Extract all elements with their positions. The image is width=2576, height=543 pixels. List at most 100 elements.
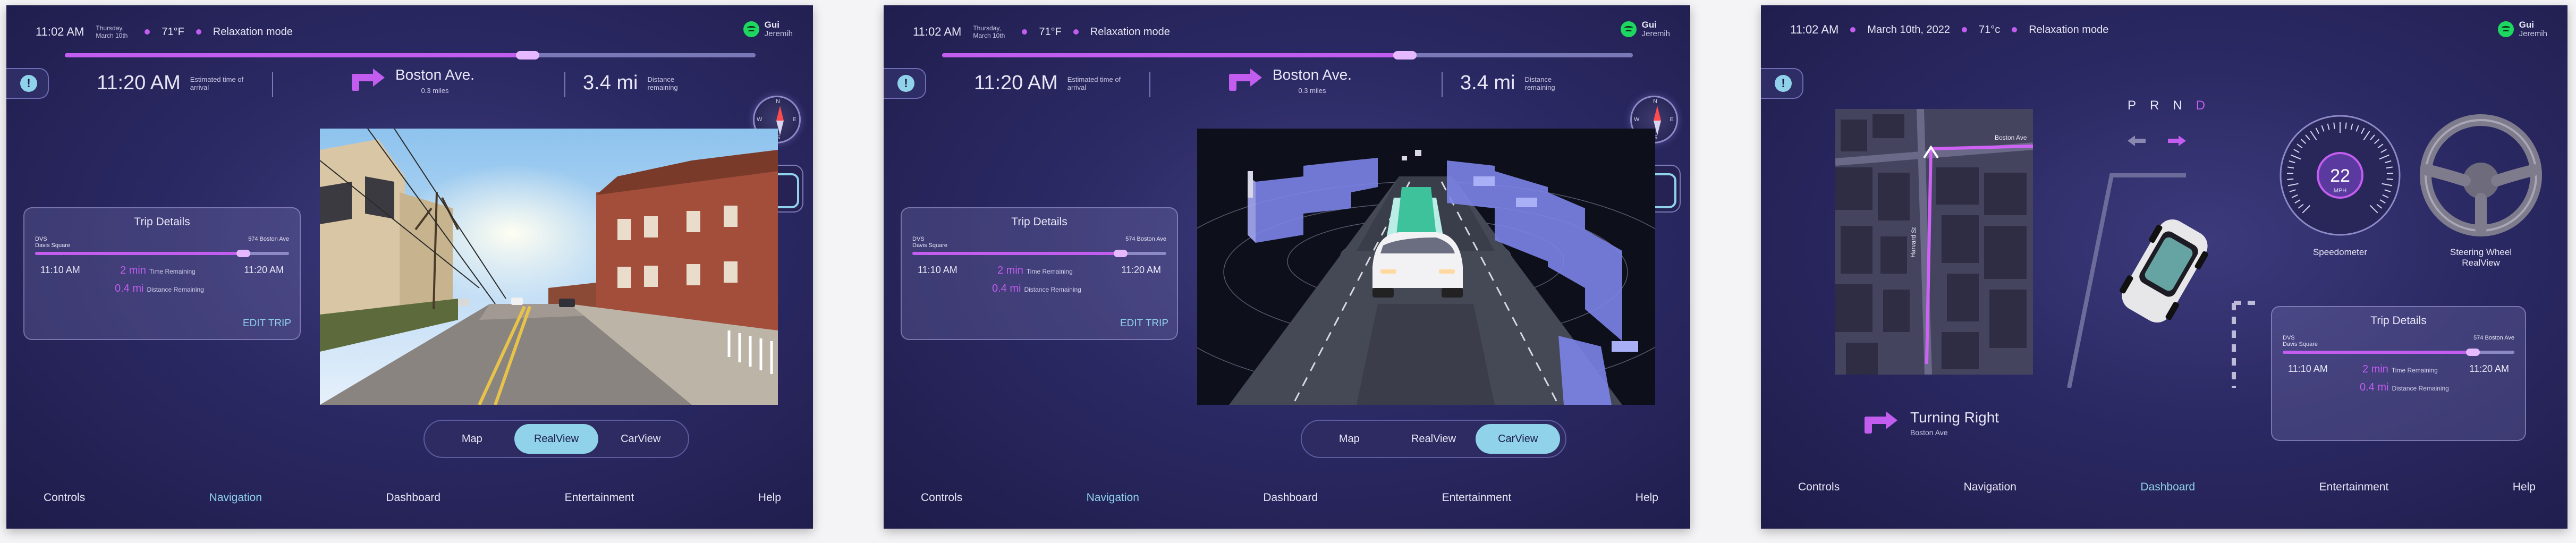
trip-title: Trip Details: [2370, 315, 2427, 327]
distance-remaining: 0.4 mi: [2360, 381, 2389, 393]
bottom-nav: Controls Navigation Dashboard Entertainm…: [921, 491, 1658, 504]
gear-d[interactable]: D: [2196, 98, 2205, 113]
map-label-harvard: Harvard St: [1909, 227, 1918, 258]
alert-button[interactable]: !: [6, 68, 49, 99]
navigation-screen-realview: 11:02 AM Thursday, March 10th 71°F Relax…: [6, 5, 813, 529]
edit-trip-button[interactable]: EDIT TRIP: [243, 318, 291, 329]
speed-unit: MPH: [2334, 188, 2347, 194]
separator-dot: [1022, 29, 1028, 35]
spotify-icon: [1620, 21, 1637, 37]
distance-value: 3.4 mi: [1460, 72, 1515, 94]
nav-help[interactable]: Help: [758, 491, 781, 504]
user-profile[interactable]: Gui Jeremih: [743, 20, 793, 38]
nav-summary: 11:20 AM Estimated time of arrival Bosto…: [974, 66, 1601, 109]
tab-map[interactable]: Map: [1307, 424, 1392, 454]
spotify-icon: [2497, 21, 2514, 37]
divider: [1442, 72, 1443, 97]
nav-controls[interactable]: Controls: [921, 491, 962, 504]
nav-entertainment[interactable]: Entertainment: [2319, 481, 2389, 494]
compass-e: E: [1670, 116, 1674, 123]
compass-e: E: [792, 116, 796, 123]
time-remaining: 2 min: [997, 265, 1023, 276]
steering-wheel-icon[interactable]: [2417, 112, 2545, 239]
edit-trip-button[interactable]: EDIT TRIP: [1120, 318, 1168, 329]
clock: 11:02 AM: [36, 25, 84, 38]
tab-realview[interactable]: RealView: [514, 424, 599, 454]
tab-carview[interactable]: CarView: [598, 424, 683, 454]
separator-dot: [1850, 27, 1856, 32]
distance-remaining: 0.4 mi: [115, 283, 144, 294]
separator-dot: [1961, 27, 1967, 32]
lidar-scene-image: [1197, 129, 1655, 405]
nav-entertainment[interactable]: Entertainment: [565, 491, 634, 504]
next-turn: Boston Ave. 0.3 miles: [1229, 66, 1352, 95]
route-progress-fill: [65, 53, 528, 57]
steering-wheel-label: Steering Wheel RealView: [2450, 247, 2512, 268]
alert-button[interactable]: !: [1761, 68, 1803, 99]
nav-navigation[interactable]: Navigation: [1087, 491, 1139, 504]
gear-p[interactable]: P: [2128, 98, 2136, 113]
next-street: Boston Ave. 0.3 miles: [395, 66, 474, 95]
trip-title: Trip Details: [134, 216, 190, 228]
nav-help[interactable]: Help: [1636, 491, 1658, 504]
origin-name: Davis Square: [35, 242, 71, 249]
drive-mode[interactable]: Relaxation mode: [2029, 24, 2108, 36]
drive-mode[interactable]: Relaxation mode: [1090, 26, 1170, 38]
nav-entertainment[interactable]: Entertainment: [1442, 491, 1512, 504]
route-progress-bar: [65, 51, 756, 60]
gear-r[interactable]: R: [2150, 98, 2159, 113]
date-label: Thursday, March 10th: [96, 24, 128, 39]
trip-progress-bar: [35, 250, 289, 257]
user-name: Gui Jeremih: [1641, 20, 1670, 38]
clock: 11:02 AM: [913, 25, 962, 38]
trip-details-panel: Trip Details DVS Davis Square 574 Boston …: [2271, 306, 2526, 441]
nav-navigation[interactable]: Navigation: [209, 491, 262, 504]
nav-dashboard[interactable]: Dashboard: [386, 491, 440, 504]
eta-block: 11:20 AM Estimated time of arrival: [974, 72, 1131, 95]
next-street: Boston Ave. 0.3 miles: [1273, 66, 1352, 95]
user-profile[interactable]: Gui Jeremih: [2497, 20, 2547, 38]
distance-label: Distance remaining: [1524, 75, 1555, 91]
date-label: Thursday, March 10th: [973, 24, 1005, 39]
nav-controls[interactable]: Controls: [44, 491, 85, 504]
gear-n[interactable]: N: [2173, 98, 2182, 113]
divider: [272, 72, 273, 97]
tab-carview[interactable]: CarView: [1476, 424, 1561, 454]
eta-label: Estimated time of arrival: [1067, 75, 1121, 91]
nav-navigation[interactable]: Navigation: [1964, 481, 2016, 494]
compass-n: N: [776, 98, 780, 105]
alert-icon: !: [1775, 75, 1792, 92]
start-time: 11:10 AM: [40, 265, 80, 275]
user-name: Gui Jeremih: [764, 20, 793, 38]
temperature: 71°F: [1039, 26, 1062, 38]
turn-indicator: Turning Right Boston Ave: [1865, 409, 1999, 437]
time-remaining-label: Time Remaining: [1026, 268, 1073, 275]
gear-selector[interactable]: P R N D: [2128, 98, 2205, 113]
drive-mode[interactable]: Relaxation mode: [213, 26, 293, 38]
ego-car: [1372, 232, 1463, 298]
destination-name: 574 Boston Ave: [248, 236, 289, 242]
compass-w: W: [757, 116, 762, 123]
status-bar: 11:02 AM Thursday, March 10th 71°F Relax…: [36, 21, 293, 43]
nav-controls[interactable]: Controls: [1798, 481, 1840, 494]
start-time: 11:10 AM: [2288, 363, 2328, 374]
nav-dashboard[interactable]: Dashboard: [2140, 481, 2195, 494]
trip-progress-fill: [912, 252, 1121, 255]
nav-dashboard[interactable]: Dashboard: [1263, 491, 1318, 504]
tab-map[interactable]: Map: [430, 424, 514, 454]
street-scene-image: [320, 129, 778, 405]
user-profile[interactable]: Gui Jeremih: [1620, 20, 1670, 38]
user-name: Gui Jeremih: [2519, 20, 2547, 38]
separator-dot: [1073, 29, 1079, 35]
turn-street: Boston Ave: [1910, 428, 1948, 437]
trip-progress-knob: [2465, 349, 2480, 356]
route-progress-knob: [1393, 51, 1417, 60]
nav-help[interactable]: Help: [2513, 481, 2536, 494]
mini-map[interactable]: Boston Ave Harvard St: [1835, 109, 2033, 375]
trip-progress-knob: [236, 250, 250, 257]
origin-code: DVS: [2283, 335, 2295, 341]
tab-realview[interactable]: RealView: [1392, 424, 1476, 454]
trip-distance-row: 0.4 mi Distance Remaining: [35, 281, 289, 299]
divider: [1149, 72, 1150, 97]
alert-button[interactable]: !: [884, 68, 926, 99]
